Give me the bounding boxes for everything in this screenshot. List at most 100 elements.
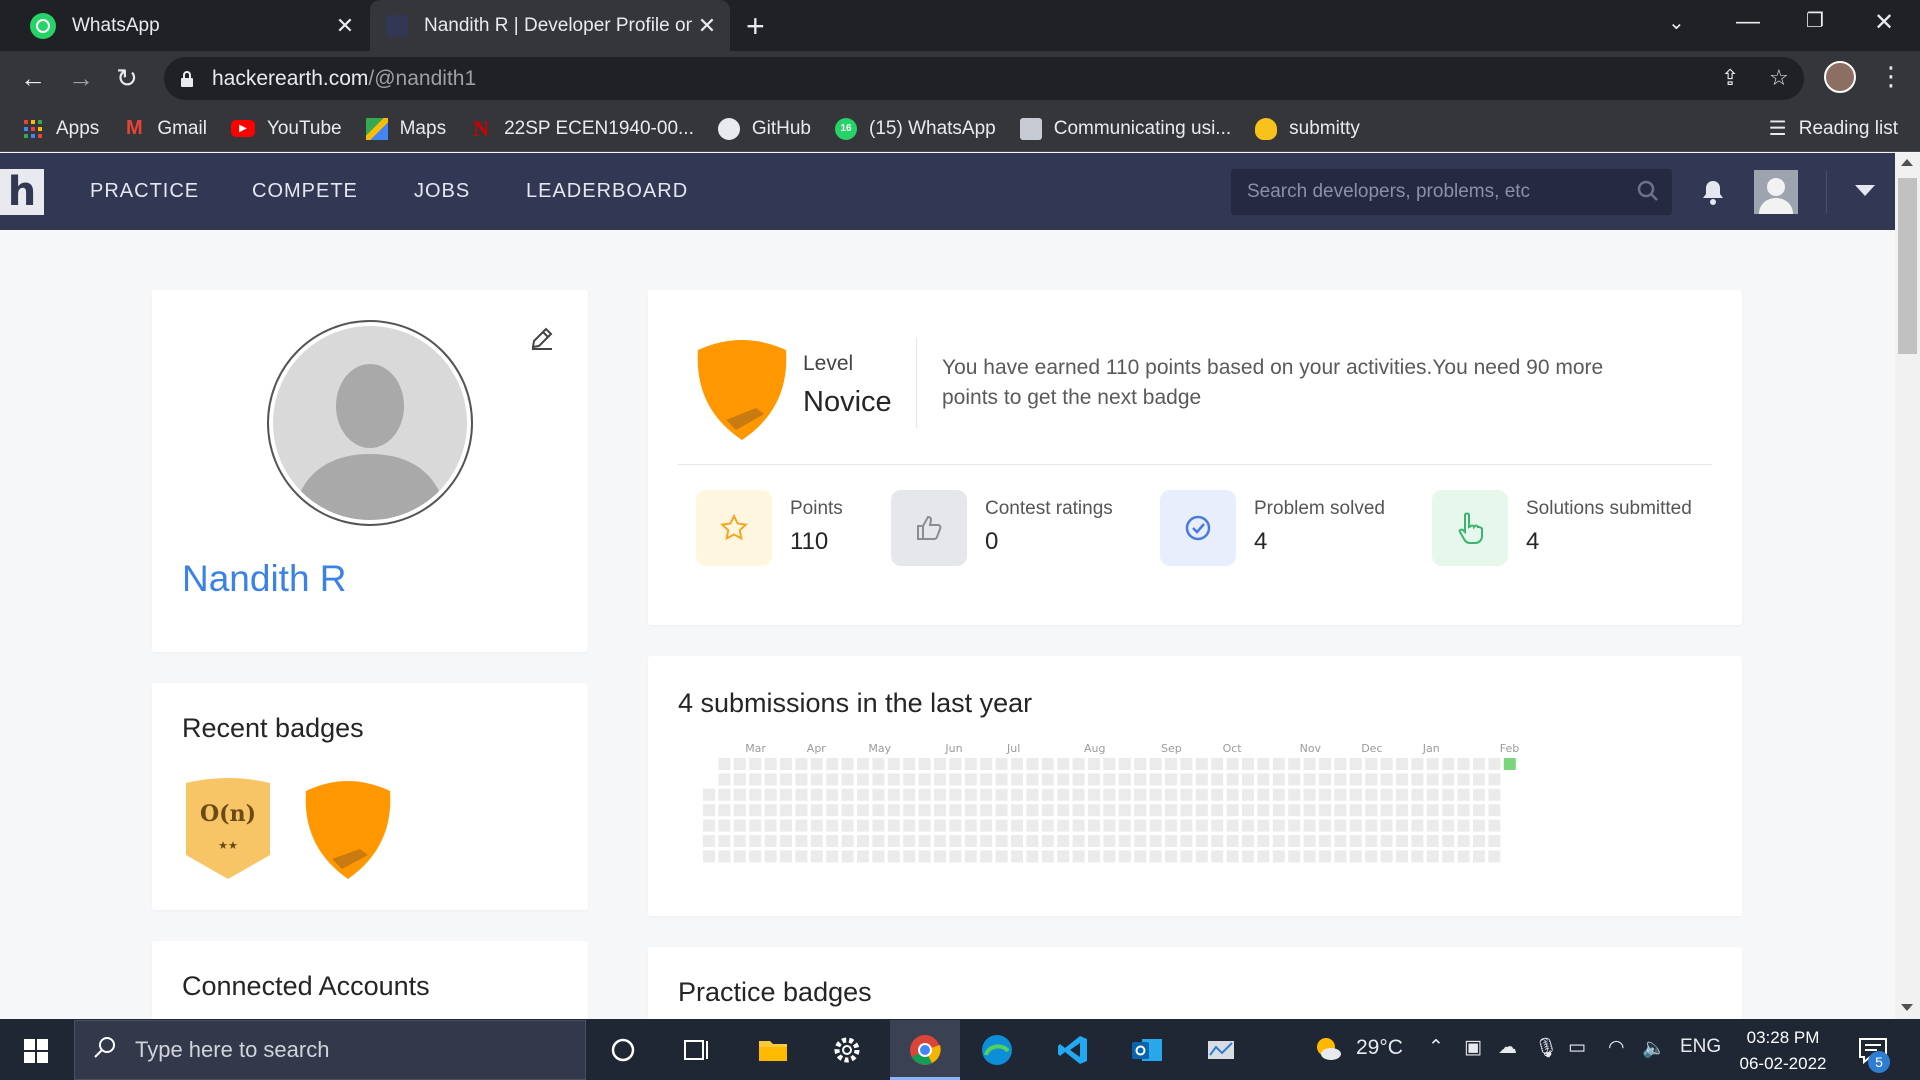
language-indicator[interactable]: ENG [1680, 1036, 1721, 1058]
heatmap-cell[interactable] [887, 835, 900, 847]
heatmap-cell[interactable] [1303, 804, 1316, 817]
heatmap-cell[interactable] [1226, 788, 1239, 801]
heatmap-cell[interactable] [1242, 773, 1254, 786]
heatmap-cell[interactable] [1319, 758, 1331, 770]
heatmap-cell[interactable] [1211, 758, 1224, 770]
heatmap-cell[interactable] [1057, 758, 1070, 770]
heatmap-cell[interactable] [934, 788, 946, 801]
heatmap-cell[interactable] [1272, 835, 1285, 847]
heatmap-cell[interactable] [1041, 850, 1054, 863]
heatmap-cell[interactable] [1426, 773, 1439, 786]
heatmap-cell[interactable] [1242, 850, 1254, 863]
heatmap-cell[interactable] [764, 804, 777, 817]
heatmap-cell[interactable] [1288, 773, 1301, 786]
heatmap-cell[interactable] [995, 773, 1008, 786]
heatmap-cell[interactable] [949, 819, 962, 832]
tab-whatsapp[interactable]: WhatsApp ✕ [14, 0, 368, 51]
heatmap-cell[interactable] [1195, 773, 1208, 786]
heatmap-cell[interactable] [980, 758, 993, 770]
heatmap-cell[interactable] [1011, 850, 1023, 863]
heatmap-cell[interactable] [1288, 850, 1301, 863]
bookmark-whatsapp[interactable]: 16 (15) WhatsApp [835, 117, 996, 140]
heatmap-cell[interactable] [857, 835, 869, 847]
heatmap-cell[interactable] [841, 773, 854, 786]
heatmap-cell[interactable] [934, 758, 946, 770]
heatmap-cell[interactable] [841, 850, 854, 863]
heatmap-cell[interactable] [1134, 850, 1147, 863]
heatmap-cell[interactable] [1226, 804, 1239, 817]
heatmap-cell[interactable] [810, 804, 823, 817]
heatmap-cell[interactable] [1118, 773, 1131, 786]
heatmap-cell[interactable] [1011, 788, 1023, 801]
heatmap-cell[interactable] [1488, 804, 1501, 817]
heatmap-cell[interactable] [810, 819, 823, 832]
heatmap-cell[interactable] [1349, 835, 1362, 847]
heatmap-cell[interactable] [1257, 804, 1270, 817]
heatmap-cell[interactable] [1165, 804, 1177, 817]
chrome-icon[interactable] [908, 1033, 942, 1067]
heatmap-cell[interactable] [795, 835, 808, 847]
heatmap-cell[interactable] [1134, 773, 1147, 786]
heatmap-cell[interactable] [1149, 788, 1162, 801]
heatmap-cell[interactable] [1503, 758, 1516, 770]
heatmap-cell[interactable] [1180, 773, 1193, 786]
heatmap-cell[interactable] [1303, 773, 1316, 786]
heatmap-cell[interactable] [949, 850, 962, 863]
heatmap-cell[interactable] [872, 850, 885, 863]
heatmap-cell[interactable] [1349, 758, 1362, 770]
back-icon[interactable]: ← [20, 63, 46, 94]
heatmap-cell[interactable] [903, 819, 916, 832]
heatmap-cell[interactable] [841, 804, 854, 817]
heatmap-cell[interactable] [980, 788, 993, 801]
heatmap-cell[interactable] [1257, 850, 1270, 863]
heatmap-cell[interactable] [1442, 835, 1455, 847]
heatmap-cell[interactable] [1380, 758, 1393, 770]
heatmap-cell[interactable] [1411, 773, 1424, 786]
heatmap-cell[interactable] [1103, 773, 1116, 786]
heatmap-cell[interactable] [718, 850, 731, 863]
bookmark-github[interactable]: GitHub [717, 117, 811, 140]
heatmap-cell[interactable] [780, 804, 792, 817]
heatmap-cell[interactable] [826, 819, 839, 832]
site-search-input[interactable]: Search developers, problems, etc [1231, 169, 1672, 215]
heatmap-cell[interactable] [1057, 804, 1070, 817]
heatmap-cell[interactable] [1165, 835, 1177, 847]
heatmap-cell[interactable] [1365, 758, 1378, 770]
heatmap-cell[interactable] [1057, 819, 1070, 832]
heatmap-cell[interactable] [1026, 850, 1039, 863]
heatmap-cell[interactable] [764, 773, 777, 786]
heatmap-cell[interactable] [857, 788, 869, 801]
heatmap-cell[interactable] [795, 773, 808, 786]
bell-icon[interactable] [1700, 178, 1726, 206]
heatmap-cell[interactable] [1242, 804, 1254, 817]
heatmap-cell[interactable] [1195, 819, 1208, 832]
heatmap-cell[interactable] [1488, 850, 1501, 863]
heatmap-cell[interactable] [1134, 804, 1147, 817]
weather-icon[interactable] [1312, 1033, 1344, 1071]
heatmap-cell[interactable] [903, 850, 916, 863]
heatmap-cell[interactable] [703, 788, 715, 801]
heatmap-cell[interactable] [718, 773, 731, 786]
heatmap-cell[interactable] [1426, 758, 1439, 770]
heatmap-cell[interactable] [780, 788, 792, 801]
heatmap-cell[interactable] [934, 773, 946, 786]
heatmap-cell[interactable] [1380, 850, 1393, 863]
heatmap-cell[interactable] [718, 804, 731, 817]
heatmap-cell[interactable] [718, 758, 731, 770]
heatmap-cell[interactable] [1149, 819, 1162, 832]
heatmap-cell[interactable] [826, 773, 839, 786]
heatmap-cell[interactable] [1365, 804, 1378, 817]
heatmap-cell[interactable] [964, 835, 977, 847]
heatmap-cell[interactable] [1103, 835, 1116, 847]
heatmap-cell[interactable] [1026, 788, 1039, 801]
heatmap-cell[interactable] [764, 819, 777, 832]
heatmap-cell[interactable] [1457, 773, 1470, 786]
heatmap-cell[interactable] [1257, 773, 1270, 786]
heatmap-cell[interactable] [1026, 758, 1039, 770]
heatmap-cell[interactable] [733, 850, 746, 863]
heatmap-cell[interactable] [1334, 788, 1347, 801]
heatmap-cell[interactable] [780, 819, 792, 832]
heatmap-cell[interactable] [749, 804, 762, 817]
heatmap-cell[interactable] [1118, 788, 1131, 801]
heatmap-cell[interactable] [903, 804, 916, 817]
